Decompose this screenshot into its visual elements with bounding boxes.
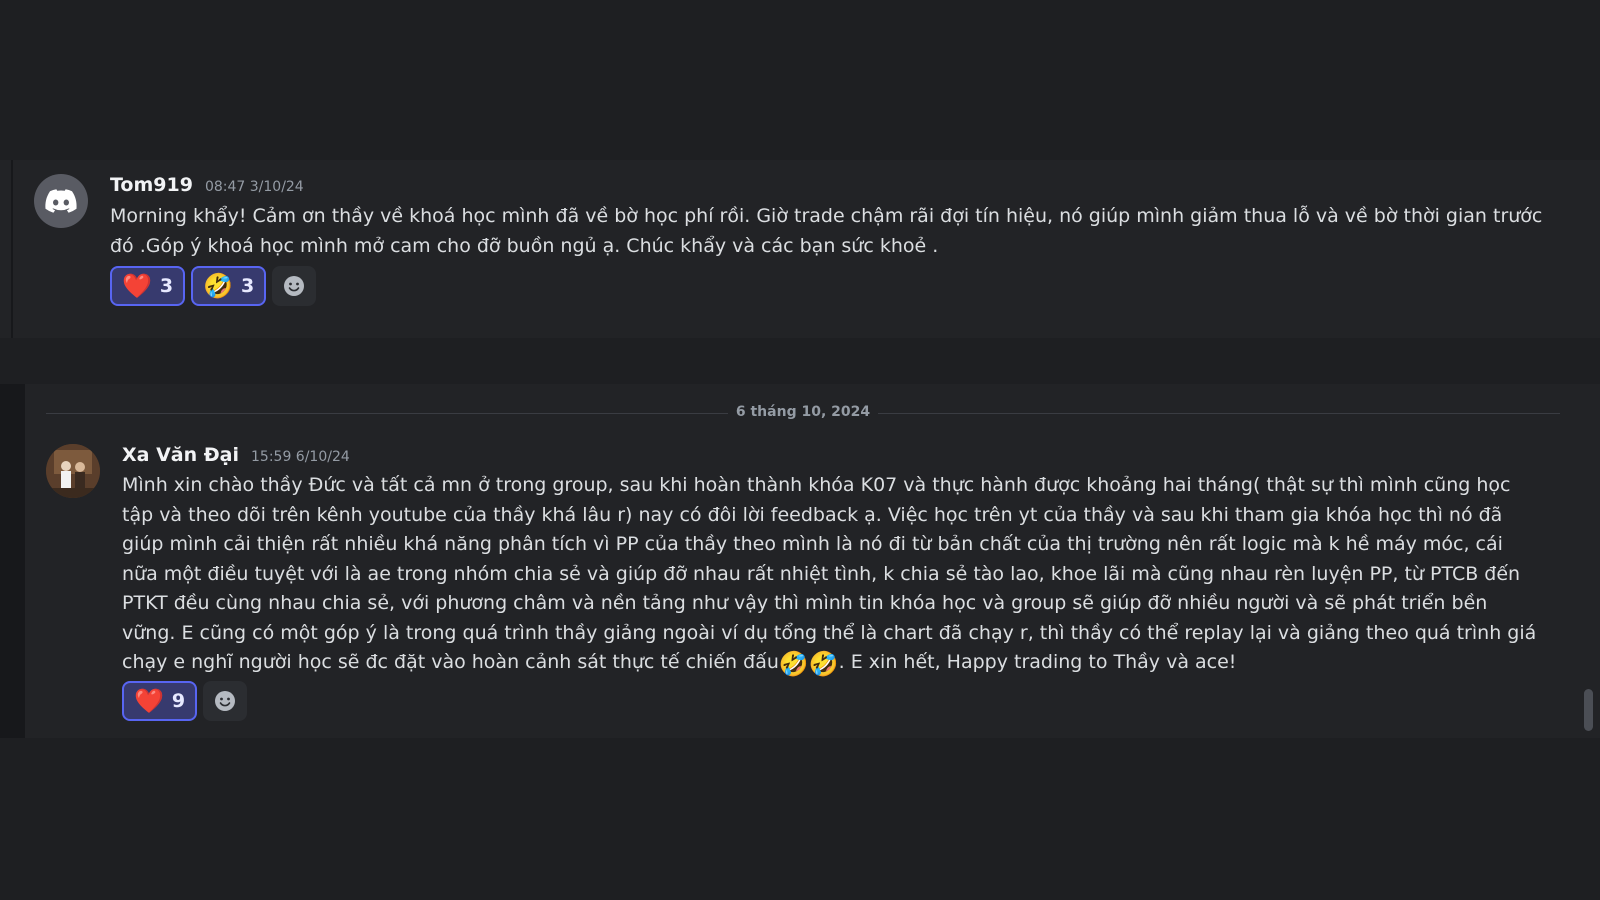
reaction-heart[interactable]: ❤️ 3: [110, 266, 186, 306]
message-text-main: Mình xin chào thầy Đức và tất cả mn ở tr…: [122, 474, 1537, 673]
user-avatar-tom919[interactable]: [34, 174, 88, 228]
date-divider: 6 tháng 10, 2024: [0, 404, 1600, 420]
heart-emoji-icon: ❤️: [134, 687, 164, 715]
username[interactable]: Tom919: [110, 174, 193, 196]
message-accent-bar: [11, 160, 13, 338]
reaction-bar-2: ❤️ 9: [122, 681, 248, 721]
date-divider-label: 6 tháng 10, 2024: [727, 404, 879, 420]
rofl-emoji-icon: 🤣: [778, 650, 809, 678]
rofl-emoji-icon: 🤣: [203, 272, 234, 300]
message-text-end: . E xin hết, Happy trading to Thầy và ac…: [838, 651, 1237, 673]
add-reaction-smiley-icon: [215, 691, 236, 711]
heart-emoji-icon: ❤️: [122, 272, 152, 300]
reaction-heart[interactable]: ❤️ 9: [122, 681, 198, 721]
add-reaction-smiley-icon: [284, 276, 305, 296]
user-avatar-xa-van-dai[interactable]: [46, 444, 100, 498]
profile-photo-icon: [46, 444, 100, 498]
reaction-count: 3: [241, 275, 255, 297]
add-reaction-button[interactable]: [272, 266, 317, 306]
add-reaction-button[interactable]: [203, 681, 248, 721]
scrollbar-thumb[interactable]: [1584, 689, 1593, 731]
message-content: Morning khẩy! Cảm ơn thầy về khoá học mì…: [110, 205, 1543, 257]
message-content: Mình xin chào thầy Đức và tất cả mn ở tr…: [122, 471, 1537, 678]
reaction-rofl[interactable]: 🤣 3: [191, 266, 267, 306]
reaction-bar-1: ❤️ 3 🤣 3: [110, 266, 317, 306]
message-timestamp[interactable]: 08:47 3/10/24: [205, 179, 304, 195]
message-header-2: Xa Văn Đại 15:59 6/10/24: [122, 444, 350, 466]
left-rail: [0, 384, 25, 738]
rofl-emoji-icon: 🤣: [808, 650, 839, 678]
message-timestamp[interactable]: 15:59 6/10/24: [251, 449, 350, 465]
message-header-1: Tom919 08:47 3/10/24: [110, 174, 304, 196]
reaction-count: 9: [171, 690, 186, 712]
username[interactable]: Xa Văn Đại: [122, 444, 239, 466]
discord-logo-icon: [45, 189, 77, 213]
reaction-count: 3: [159, 275, 174, 297]
